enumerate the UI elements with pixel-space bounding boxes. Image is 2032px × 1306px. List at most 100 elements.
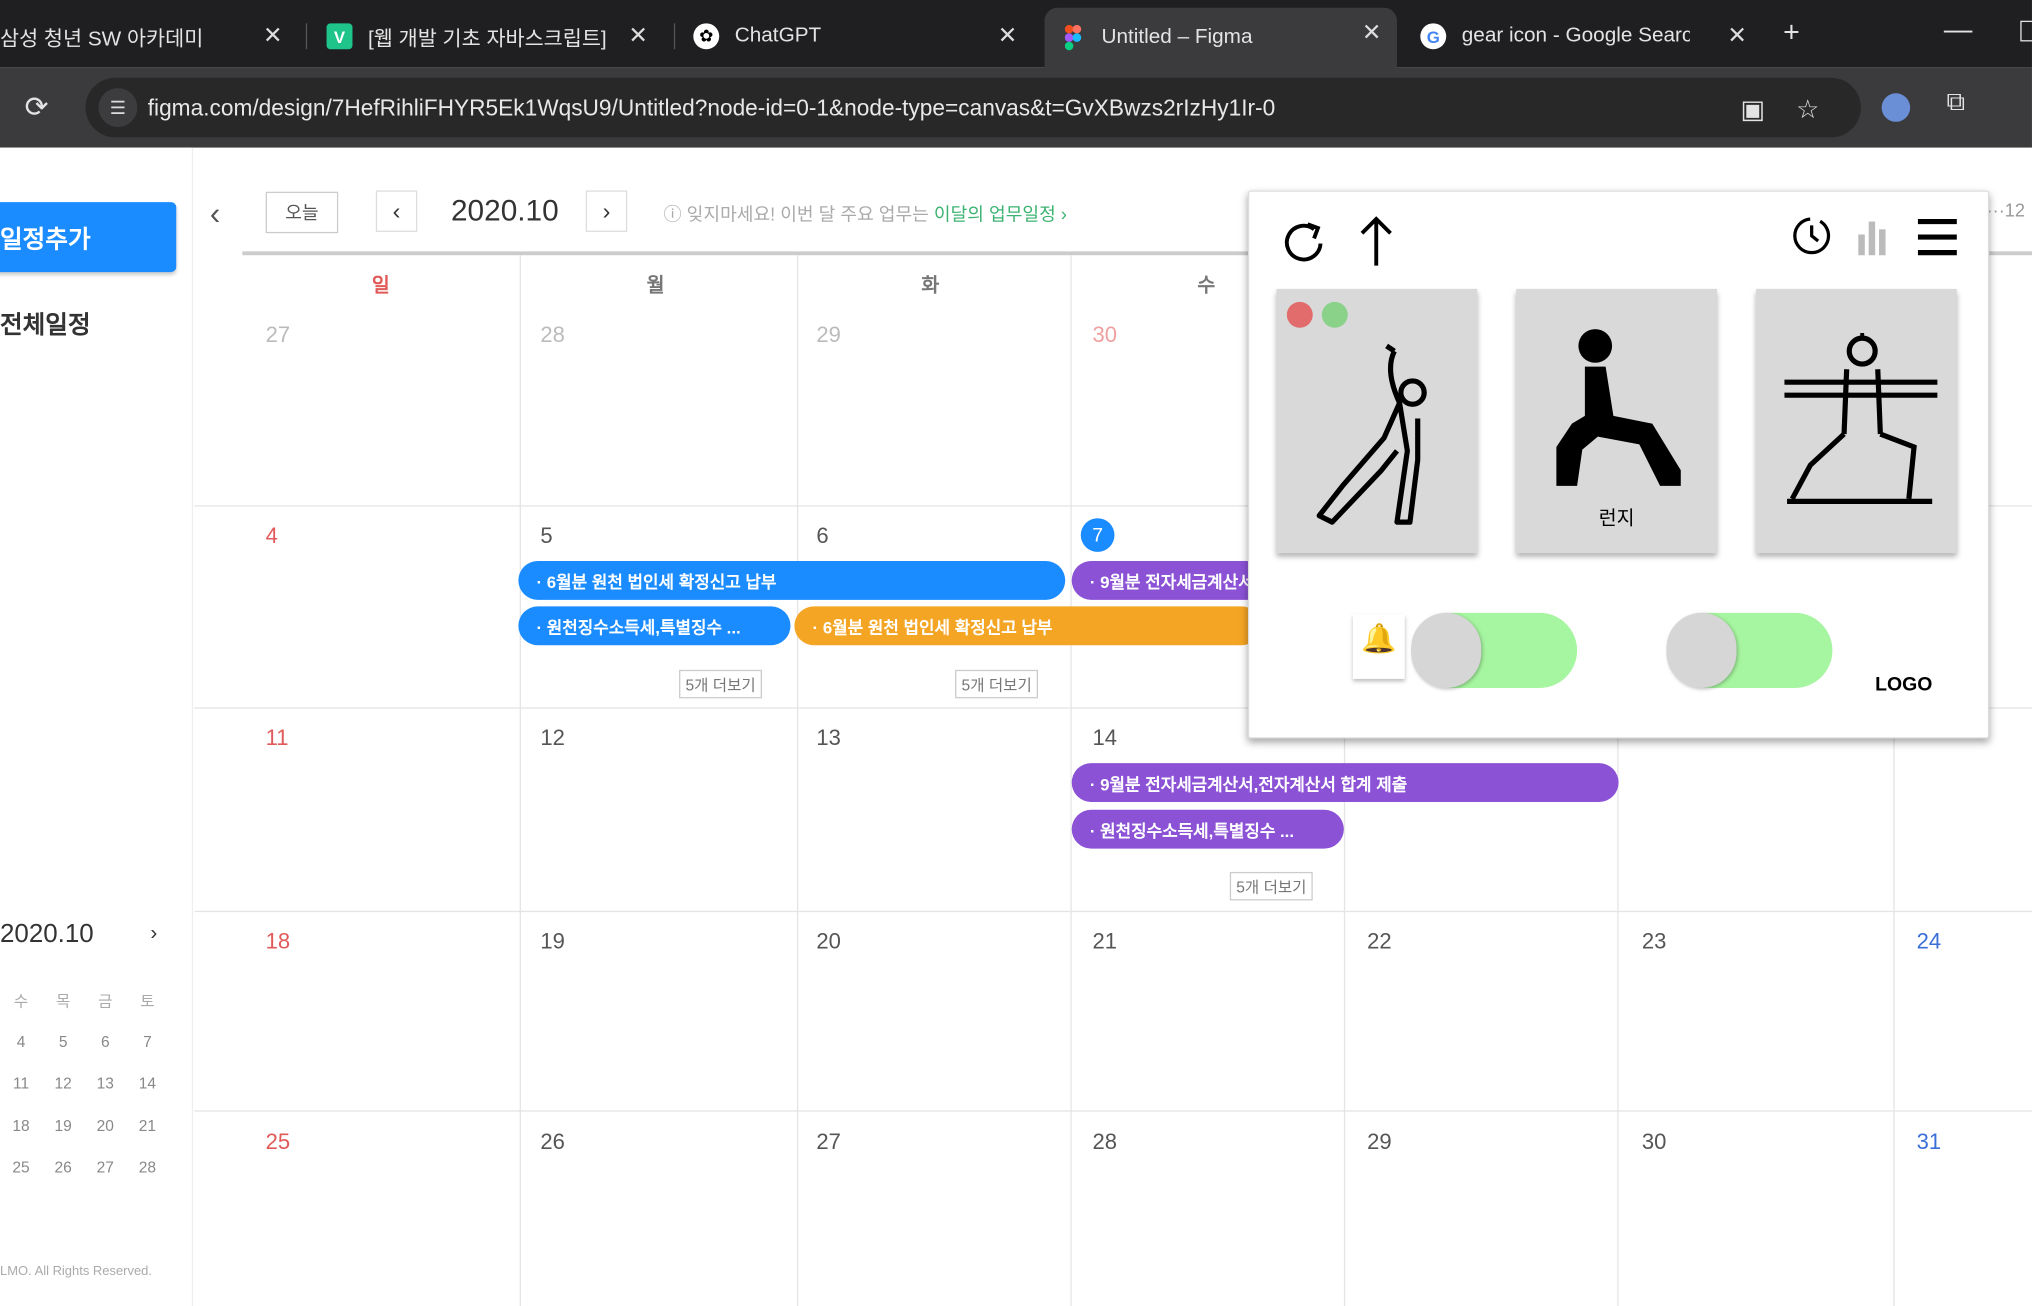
day-number[interactable]: 11: [266, 726, 289, 752]
refresh-icon[interactable]: [1275, 215, 1332, 272]
mini-day[interactable]: 25: [0, 1158, 42, 1200]
bookmark-star-icon[interactable]: ☆: [1796, 93, 1819, 125]
bar-chart-icon[interactable]: [1853, 215, 1894, 259]
notification-toggle[interactable]: [1411, 612, 1578, 688]
event-bar[interactable]: · 6월분 원천 법인세 확정신고 납부: [518, 560, 1066, 600]
site-info-icon[interactable]: ☰: [98, 88, 138, 127]
tab-close-icon[interactable]: ✕: [263, 22, 283, 49]
url-text[interactable]: figma.com/design/7HefRihliFHYR5Ek1WqsU9/…: [148, 95, 1275, 122]
mini-calendar-month: 2020.10: [0, 919, 94, 949]
mini-day[interactable]: 7: [126, 1032, 168, 1074]
exercise-card-stretch[interactable]: [1276, 288, 1478, 554]
day-number[interactable]: 19: [540, 929, 565, 955]
day-number[interactable]: 28: [540, 323, 565, 349]
mini-day[interactable]: 12: [42, 1074, 84, 1116]
clipboard-icon[interactable]: ▣: [1740, 93, 1765, 125]
current-month-label: 2020.10: [450, 193, 559, 227]
day-number[interactable]: 24: [1917, 929, 1942, 955]
day-number[interactable]: 6: [816, 523, 828, 549]
day-number[interactable]: 12: [540, 726, 565, 752]
mini-day[interactable]: 18: [0, 1116, 42, 1158]
day-number[interactable]: 18: [266, 929, 291, 955]
all-schedule-link[interactable]: 전체일정: [0, 306, 91, 341]
day-number[interactable]: 5: [540, 523, 552, 549]
day-number[interactable]: 29: [816, 323, 841, 349]
day-number[interactable]: 23: [1642, 929, 1667, 955]
day-number[interactable]: 20: [816, 929, 841, 955]
day-number[interactable]: 30: [1642, 1130, 1667, 1156]
day-number[interactable]: 21: [1092, 929, 1117, 955]
mini-calendar-row: 25 26 27 28: [0, 1158, 181, 1200]
mini-day[interactable]: 14: [126, 1074, 168, 1116]
day-number[interactable]: 31: [1917, 1130, 1942, 1156]
tab-close-icon[interactable]: ✕: [998, 22, 1018, 49]
minimize-window-icon[interactable]: —: [1944, 13, 1973, 47]
mini-day[interactable]: 5: [42, 1032, 84, 1074]
day-number[interactable]: 26: [540, 1130, 565, 1156]
tab-close-icon[interactable]: ✕: [1727, 22, 1747, 49]
more-events-button[interactable]: 5개 더보기: [955, 669, 1039, 699]
notification-bell-icon[interactable]: 🔔: [1352, 614, 1405, 679]
mini-day[interactable]: 28: [126, 1158, 168, 1200]
event-bar[interactable]: · 원천징수소득세,특별징수 ...: [1071, 809, 1344, 849]
tab-samsung[interactable]: 삼성 청년 SW 아카데미 ✕: [0, 10, 298, 62]
event-bar[interactable]: · 6월분 원천 법인세 확정신고 납부: [794, 606, 1261, 646]
tab-figma[interactable]: Untitled – Figma ✕: [1044, 7, 1397, 68]
exercise-card-lunge[interactable]: 런지: [1516, 288, 1718, 554]
mini-day[interactable]: 4: [0, 1032, 42, 1074]
event-bar[interactable]: · 9월분 전자세금계산서: [1071, 560, 1267, 600]
tab-close-icon[interactable]: ✕: [628, 22, 648, 49]
more-events-button[interactable]: 5개 더보기: [679, 669, 763, 699]
day-number[interactable]: 13: [816, 726, 841, 752]
arrow-up-icon[interactable]: [1350, 212, 1402, 269]
mini-calendar-next-icon[interactable]: ›: [150, 922, 157, 945]
weekday-mon: 월: [646, 274, 665, 297]
prev-month-button[interactable]: ‹: [375, 190, 418, 232]
weekday-wed: 수: [1197, 274, 1216, 297]
tab-google[interactable]: G gear icon - Google Search ✕: [1420, 10, 1762, 62]
mini-day[interactable]: 6: [84, 1032, 126, 1074]
event-bar[interactable]: · 9월분 전자세금계산서,전자계산서 합계 제출: [1071, 763, 1619, 802]
card-label: 런지: [1598, 507, 1635, 530]
maximize-window-icon[interactable]: [2020, 20, 2032, 42]
notice-link[interactable]: 이달의 업무일정 ›: [934, 203, 1067, 224]
omnibox[interactable]: ☰ figma.com/design/7HefRihliFHYR5Ek1WqsU…: [85, 77, 1861, 138]
mini-day[interactable]: 19: [42, 1116, 84, 1158]
hamburger-menu-icon[interactable]: [1913, 212, 1962, 261]
day-number[interactable]: 30: [1092, 323, 1117, 349]
next-month-button[interactable]: ›: [585, 190, 628, 232]
collapse-sidebar-icon[interactable]: ‹: [210, 197, 220, 233]
more-events-button[interactable]: 5개 더보기: [1229, 871, 1313, 901]
tab-chatgpt[interactable]: ✿ ChatGPT ✕: [693, 10, 1033, 62]
mini-day: 목: [56, 992, 71, 1011]
event-bar[interactable]: · 원천징수소득세,특별징수 ...: [518, 606, 791, 646]
tab-close-icon[interactable]: ✕: [1362, 19, 1382, 46]
day-number[interactable]: 22: [1367, 929, 1392, 955]
reload-icon[interactable]: ⟳: [25, 91, 49, 125]
mini-day[interactable]: 26: [42, 1158, 84, 1200]
day-number[interactable]: 28: [1092, 1130, 1117, 1156]
tab-title: [웹 개발 기초 자바스크립트]: [368, 28, 607, 51]
clock-icon[interactable]: [1788, 212, 1835, 259]
today-button[interactable]: 오늘: [265, 191, 339, 234]
tab-js-course[interactable]: V [웹 개발 기초 자바스크립트] ✕: [326, 10, 664, 62]
new-tab-button[interactable]: +: [1783, 16, 1800, 50]
second-toggle[interactable]: [1666, 612, 1833, 688]
extension-cursor-icon[interactable]: [1881, 93, 1911, 122]
mini-day[interactable]: 11: [0, 1074, 42, 1116]
day-number[interactable]: 4: [266, 523, 278, 549]
day-number[interactable]: 27: [266, 323, 291, 349]
add-schedule-button[interactable]: 일정추가: [0, 202, 177, 273]
mini-day[interactable]: 21: [126, 1116, 168, 1158]
day-number[interactable]: 14: [1092, 726, 1117, 752]
today-date-badge[interactable]: 7: [1080, 518, 1115, 552]
extensions-puzzle-icon[interactable]: ⧉: [1946, 88, 1965, 118]
row-divider: [194, 1110, 2032, 1112]
day-number[interactable]: 25: [266, 1130, 291, 1156]
mini-day[interactable]: 20: [84, 1116, 126, 1158]
day-number[interactable]: 29: [1367, 1130, 1392, 1156]
day-number[interactable]: 27: [816, 1130, 841, 1156]
exercise-card-warrior[interactable]: [1755, 288, 1957, 554]
mini-day[interactable]: 13: [84, 1074, 126, 1116]
mini-day[interactable]: 27: [84, 1158, 126, 1200]
